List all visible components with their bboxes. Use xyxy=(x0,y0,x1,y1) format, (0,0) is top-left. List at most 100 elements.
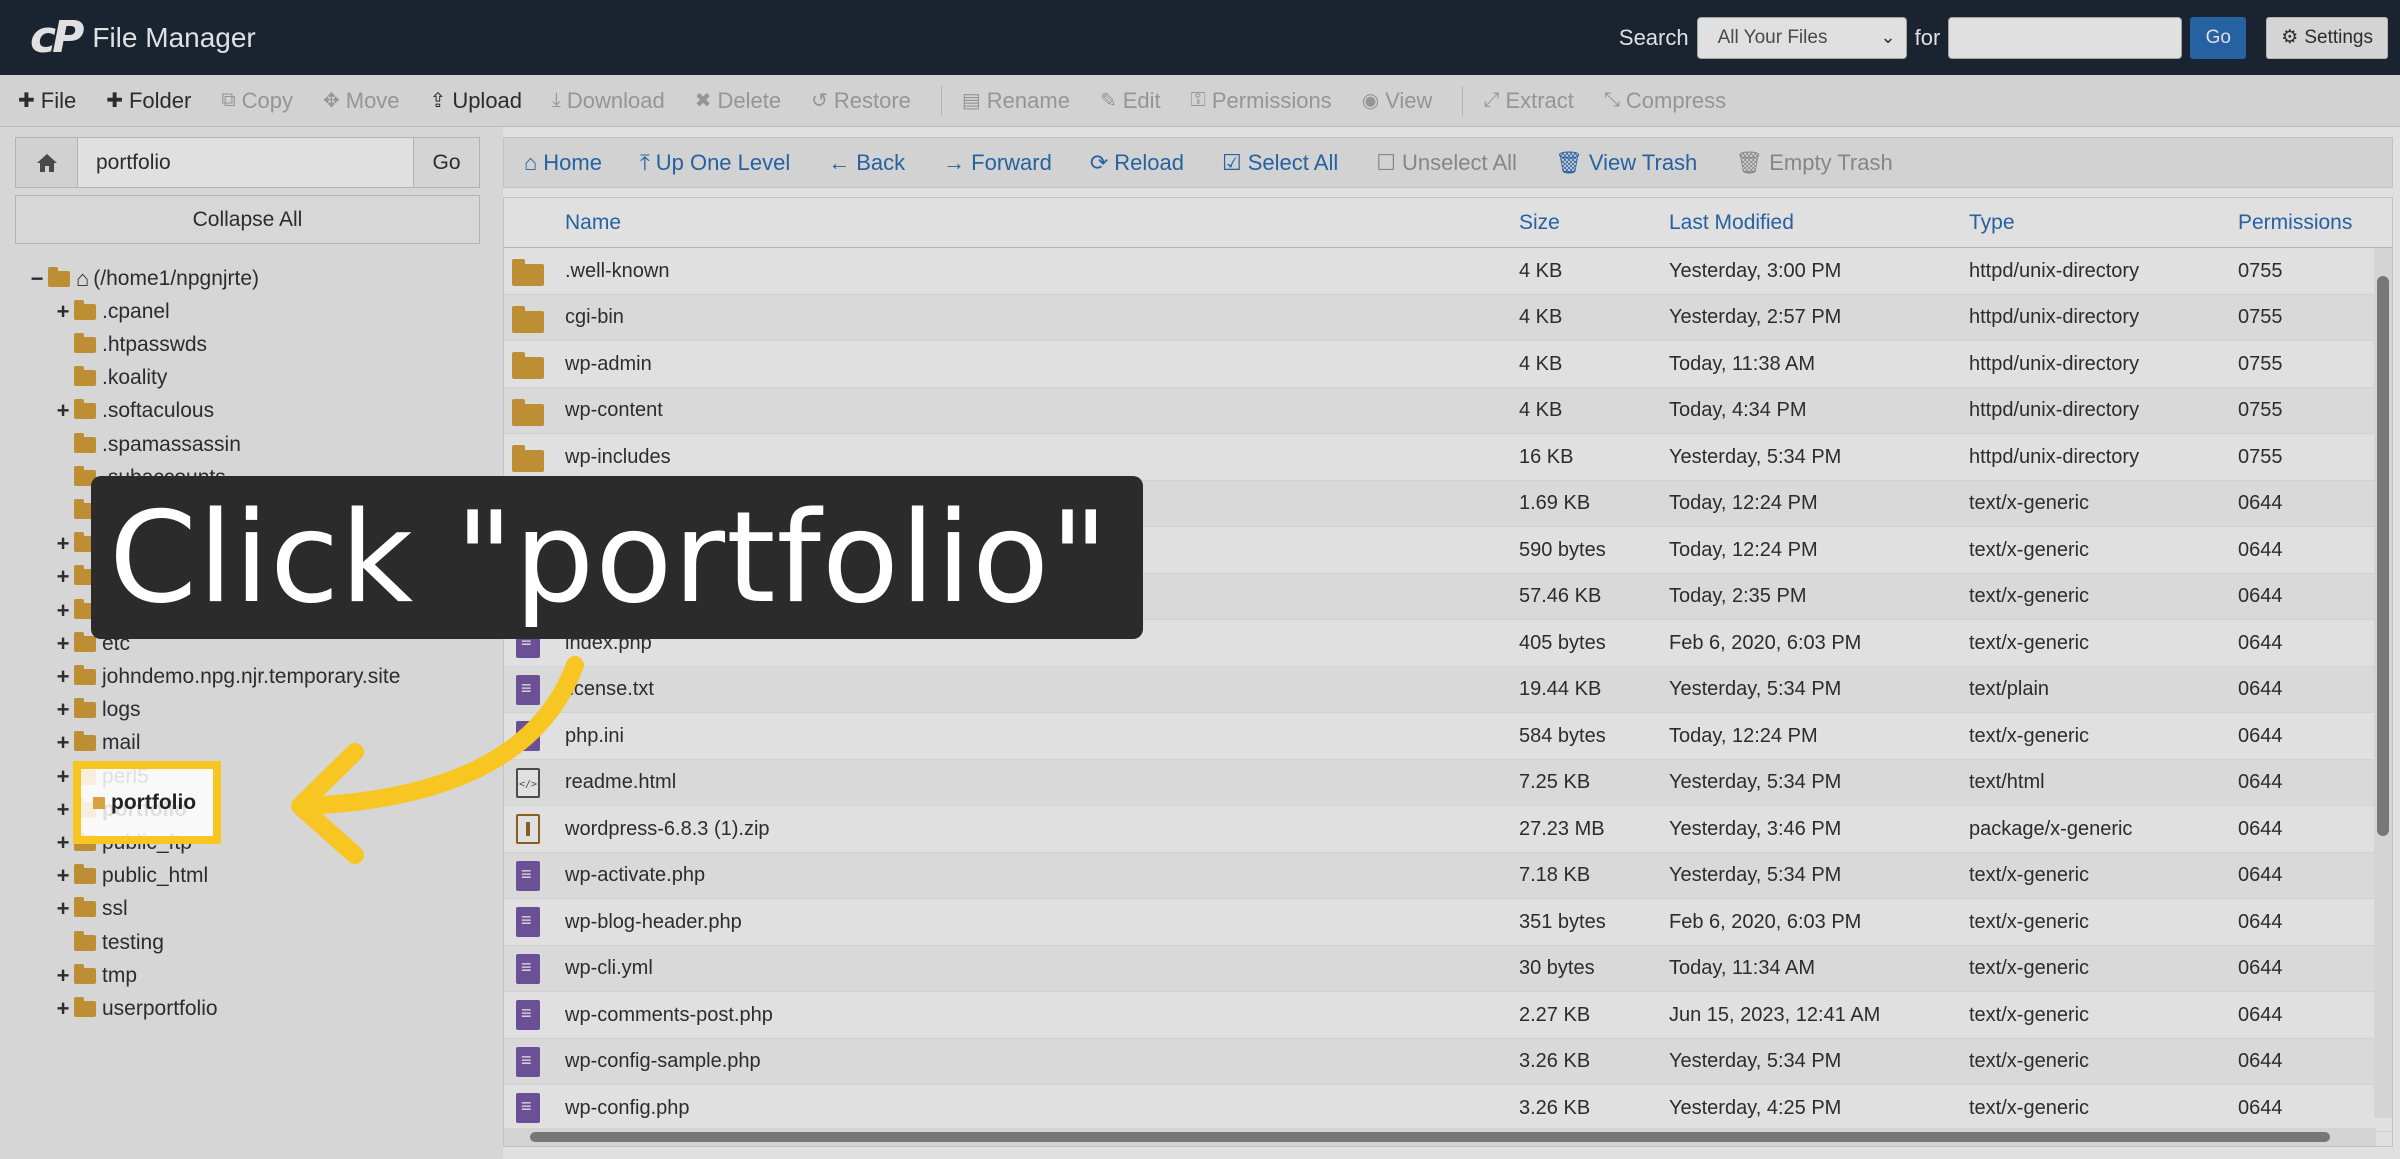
folder-icon xyxy=(512,256,544,286)
table-row[interactable]: wp-includes 16 KB Yesterday, 5:34 PM httpd/… xyxy=(504,434,2392,481)
search-input[interactable] xyxy=(1948,16,2183,59)
nav-back-button[interactable]: ← Back xyxy=(828,150,905,176)
gear-icon: ⚙ xyxy=(2281,27,2299,48)
toolbar-file-button[interactable]: ✚ File xyxy=(18,88,76,114)
expand-icon[interactable]: + xyxy=(52,764,74,790)
table-row[interactable]: wp-config-sample.php 3.26 KB Yesterday, 5:… xyxy=(504,1038,2392,1085)
expand-icon[interactable]: + xyxy=(52,598,74,624)
table-row[interactable]: wordpress-6.8.3 (1).zip 27.23 MB Yesterday… xyxy=(504,806,2392,853)
toolbar-upload-button[interactable]: ⇪ Upload xyxy=(430,88,522,114)
tree-item-koality[interactable]: .koality xyxy=(52,362,167,395)
expand-icon[interactable]: + xyxy=(52,697,74,723)
table-row[interactable]: license.txt 19.44 KB Yesterday, 5:34 PM tex… xyxy=(504,666,2392,713)
table-row[interactable]: wp-content 4 KB Today, 4:34 PM httpd/unix-d… xyxy=(504,387,2392,434)
tree-item-userportfolio[interactable]: + userportfolio xyxy=(52,992,218,1025)
table-row[interactable]: wp-blog-header.php 351 bytes Feb 6, 2020, … xyxy=(504,899,2392,946)
column-permissions[interactable]: Permissions xyxy=(2238,198,2352,248)
expand-icon[interactable]: + xyxy=(52,996,74,1022)
table-row[interactable]: wp-comments-post.php 2.27 KB Jun 15, 2023,… xyxy=(504,992,2392,1039)
toolbar-move-button[interactable]: ✥ Move xyxy=(323,88,400,114)
expand-icon[interactable]: + xyxy=(52,398,74,424)
tree-item-ssl[interactable]: + ssl xyxy=(52,893,128,926)
nav-empty-trash-button[interactable]: 🗑 Empty Trash xyxy=(1735,150,1892,176)
tree-item-logs[interactable]: + logs xyxy=(52,694,141,727)
expand-icon[interactable]: + xyxy=(52,564,74,590)
expand-icon[interactable]: + xyxy=(52,664,74,690)
toolbar-delete-button[interactable]: ✖ Delete xyxy=(695,88,781,114)
expand-icon[interactable]: + xyxy=(52,730,74,756)
nav-home-button[interactable]: ⌂ Home xyxy=(524,150,602,176)
table-row[interactable]: .well-known 4 KB Yesterday, 3:00 PM httpd/u… xyxy=(504,248,2392,295)
nav-label: Select All xyxy=(1247,149,1339,175)
toolbar-folder-button[interactable]: ✚ Folder xyxy=(106,88,191,114)
table-row[interactable]: readme.html 7.25 KB Yesterday, 5:34 PM text… xyxy=(504,759,2392,806)
tree-item-label: .softaculous xyxy=(102,399,215,423)
nav-up-one-level-button[interactable]: ⤒ Up One Level xyxy=(640,150,790,176)
table-row[interactable]: php.ini 584 bytes Today, 12:24 PM text/x-ge… xyxy=(504,713,2392,760)
expand-icon[interactable]: + xyxy=(52,797,74,823)
toolbar-permissions-button[interactable]: ⚿ Permissions xyxy=(1191,88,1332,114)
expand-icon[interactable]: + xyxy=(52,830,74,856)
file-modified: Feb 6, 2020, 6:03 PM xyxy=(1669,910,1862,933)
tree-item-htpasswds[interactable]: .htpasswds xyxy=(52,328,207,361)
tree-item-mail[interactable]: + mail xyxy=(52,727,141,760)
horizontal-scroll-thumb[interactable] xyxy=(530,1132,2330,1142)
tree-item-johndemo-npg-njr-temporary-site[interactable]: + johndemo.npg.njr.temporary.site xyxy=(52,660,401,693)
tree-item-label: .htpasswds xyxy=(102,332,208,356)
search-scope-select[interactable]: All Your Files ⌄ xyxy=(1696,16,1907,59)
file-modified: Today, 12:24 PM xyxy=(1669,724,1818,747)
tree-item-cpanel[interactable]: + .cpanel xyxy=(52,295,170,328)
expand-icon[interactable]: + xyxy=(52,963,74,989)
toolbar-restore-button[interactable]: ↺ Restore xyxy=(811,88,911,114)
toolbar-edit-button[interactable]: ✎ Edit xyxy=(1100,88,1161,114)
table-row[interactable]: wp-admin 4 KB Today, 11:38 AM httpd/unix-di… xyxy=(504,341,2392,388)
table-row[interactable]: wp-cli.yml 30 bytes Today, 11:34 AM text/x-… xyxy=(504,945,2392,992)
nav-reload-button[interactable]: ⟳ Reload xyxy=(1090,150,1184,176)
table-row[interactable]: cgi-bin 4 KB Yesterday, 2:57 PM httpd/unix-… xyxy=(504,294,2392,341)
file-size: 4 KB xyxy=(1519,259,1563,282)
tree-item-softaculous[interactable]: + .softaculous xyxy=(52,395,215,428)
toolbar-compress-button[interactable]: ⤡ Compress xyxy=(1604,88,1726,114)
toolbar-rename-button[interactable]: ▤ Rename xyxy=(962,88,1070,114)
collapse-all-button[interactable]: Collapse All xyxy=(15,195,480,244)
folder-icon xyxy=(74,698,96,719)
vertical-scroll-thumb[interactable] xyxy=(2377,276,2389,836)
search-go-button[interactable]: Go xyxy=(2190,16,2247,59)
path-input[interactable]: portfolio xyxy=(78,138,413,187)
settings-button[interactable]: ⚙ Settings xyxy=(2266,16,2388,59)
vertical-scrollbar[interactable] xyxy=(2374,248,2392,1118)
path-go-button[interactable]: Go xyxy=(413,138,479,187)
toolbar-view-button[interactable]: ◉ View xyxy=(1362,88,1433,114)
nav-select-all-button[interactable]: ☑ Select All xyxy=(1222,150,1338,176)
path-home-button[interactable] xyxy=(16,138,78,187)
collapse-icon[interactable]: − xyxy=(26,266,48,292)
expand-icon[interactable]: + xyxy=(52,299,74,325)
expand-icon[interactable]: + xyxy=(52,631,74,657)
tree-item-home1-npgnjrte[interactable]: − ⌂ (/home1/npgnjrte) xyxy=(26,262,260,295)
nav-forward-button[interactable]: → Forward xyxy=(943,150,1052,176)
expand-icon[interactable]: + xyxy=(52,896,74,922)
column-type[interactable]: Type xyxy=(1969,198,2015,248)
tree-item-testing[interactable]: testing xyxy=(52,926,164,959)
tree-item-public-html[interactable]: + public_html xyxy=(52,860,209,893)
tree-item-tmp[interactable]: + tmp xyxy=(52,959,137,992)
expand-icon[interactable]: + xyxy=(52,863,74,889)
column-last-modified[interactable]: Last Modified xyxy=(1669,198,1794,248)
horizontal-scrollbar[interactable] xyxy=(504,1128,2376,1146)
column-name[interactable]: Name xyxy=(565,198,621,248)
expand-icon[interactable]: + xyxy=(52,531,74,557)
nav-view-trash-button[interactable]: 🗑 View Trash xyxy=(1555,150,1697,176)
cpanel-logo[interactable]: cP File Manager xyxy=(30,12,256,63)
table-row[interactable]: wp-activate.php 7.18 KB Yesterday, 5:34 PM… xyxy=(504,852,2392,899)
table-row[interactable]: wp-config.php 3.26 KB Yesterday, 4:25 PM te… xyxy=(504,1085,2392,1132)
toolbar-copy-button[interactable]: ⧉ Copy xyxy=(221,88,293,114)
highlight-box-portfolio[interactable]: portfolio xyxy=(73,761,221,844)
toolbar-download-button[interactable]: ⤓ Download xyxy=(552,88,665,114)
toolbar-extract-button[interactable]: ⤢ Extract xyxy=(1483,88,1573,114)
column-size[interactable]: Size xyxy=(1519,198,1560,248)
nav-unselect-all-button[interactable]: ☐ Unselect All xyxy=(1376,150,1517,176)
file-icon xyxy=(512,1093,542,1123)
file-permissions: 0755 xyxy=(2238,306,2283,329)
trash-icon: 🗑 xyxy=(1735,149,1764,175)
tree-item-spamassassin[interactable]: .spamassassin xyxy=(52,428,241,461)
